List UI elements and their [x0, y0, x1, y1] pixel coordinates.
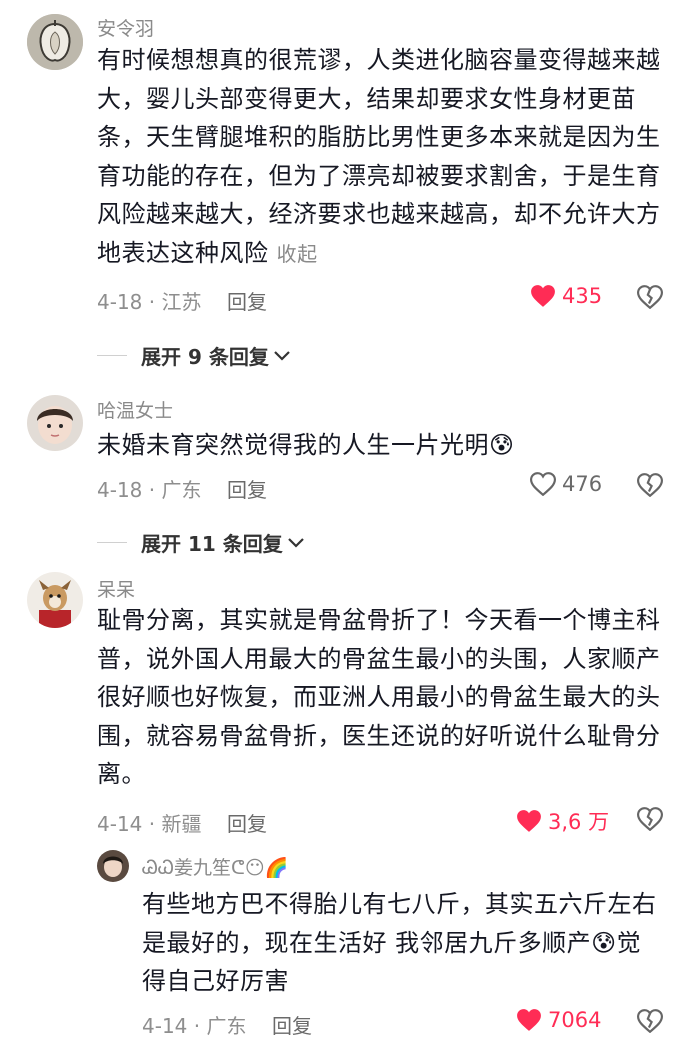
- comment-username[interactable]: 哈温女士: [97, 396, 173, 423]
- chevron-down-icon: [287, 537, 304, 548]
- reply-meta: 4-14 · 广东: [142, 1014, 247, 1038]
- comment-body: 有时候想想真的很荒谬，人类进化脑容量变得越来越大，婴儿头部变得更大，结果却要求女…: [97, 46, 661, 267]
- apple-slice-avatar-image: [27, 14, 83, 70]
- divider: [97, 542, 127, 543]
- comment-username[interactable]: 呆呆: [97, 575, 135, 602]
- comment-text: 有时候想想真的很荒谬，人类进化脑容量变得越来越大，婴儿头部变得更大，结果却要求女…: [97, 41, 665, 273]
- comment-meta: 4-14 · 新疆: [97, 812, 202, 836]
- avatar[interactable]: [27, 572, 83, 628]
- broken-heart-icon: [636, 285, 664, 310]
- broken-heart-icon: [636, 1009, 664, 1034]
- reply-body: 有些地方巴不得胎儿有七八斤，其实五六斤左右是最好的，现在生活好 我邻居九斤多顺产: [142, 890, 657, 957]
- comment-text: 未婚未育突然觉得我的人生一片光明😰: [97, 426, 665, 465]
- heart-filled-icon: [517, 1009, 541, 1031]
- avatar[interactable]: [27, 395, 83, 451]
- expand-replies-label: 展开 11 条回复: [141, 532, 283, 556]
- like-count: 476: [562, 472, 603, 496]
- like-button[interactable]: 476: [530, 472, 602, 496]
- comment-body: 未婚未育突然觉得我的人生一片光明: [97, 431, 489, 459]
- like-button[interactable]: 7064: [516, 1008, 601, 1032]
- like-button[interactable]: 3,6 万: [516, 806, 609, 836]
- heart-filled-icon: [531, 285, 555, 307]
- dislike-button[interactable]: [636, 1009, 664, 1037]
- reply-button[interactable]: 回复: [227, 286, 267, 315]
- avatar[interactable]: [97, 850, 129, 882]
- reply-button[interactable]: 回复: [227, 808, 267, 837]
- collapse-link[interactable]: 收起: [277, 242, 318, 266]
- like-count: 3,6 万: [548, 810, 610, 834]
- comment-body: 耻骨分离，其实就是骨盆骨折了！今天看一个博主科普，说外国人用最大的骨盆生最小的头…: [97, 606, 661, 788]
- comment-username[interactable]: 安令羽: [97, 14, 154, 41]
- reply-text: 有些地方巴不得胎儿有七八斤，其实五六斤左右是最好的，现在生活好 我邻居九斤多顺产…: [142, 885, 665, 1001]
- reply-button[interactable]: 回复: [272, 1010, 312, 1039]
- fearful-emoji: 😰: [591, 928, 617, 957]
- broken-heart-icon: [636, 807, 664, 832]
- comment-meta: 4-18 · 广东: [97, 478, 202, 502]
- heart-filled-icon: [517, 810, 541, 832]
- comment-text: 耻骨分离，其实就是骨盆骨折了！今天看一个博主科普，说外国人用最大的骨盆生最小的头…: [97, 601, 665, 794]
- expand-replies-label: 展开 9 条回复: [141, 345, 269, 369]
- expand-replies[interactable]: 展开 9 条回复: [97, 341, 291, 370]
- chevron-down-icon: [274, 350, 290, 361]
- like-button[interactable]: 435: [530, 284, 602, 308]
- broken-heart-icon: [636, 473, 664, 498]
- heart-outline-icon: [530, 472, 556, 496]
- person-photo-avatar-image: [97, 850, 129, 882]
- avatar[interactable]: [27, 14, 83, 70]
- like-count: 7064: [548, 1008, 602, 1032]
- divider: [97, 355, 127, 356]
- rainbow-emoji: 🌈: [264, 857, 289, 879]
- dislike-button[interactable]: [636, 473, 664, 501]
- comment-meta: 4-18 · 江苏: [97, 290, 202, 314]
- reply-username[interactable]: ᏊᏇ姜九笙ᕦ😶🌈: [142, 853, 288, 880]
- dislike-button[interactable]: [636, 807, 664, 835]
- child-photo-avatar-image: [27, 395, 83, 451]
- like-count: 435: [562, 284, 603, 308]
- fearful-emoji: 😰: [489, 431, 515, 459]
- reply-username-text: ᏊᏇ姜九笙ᕦ😶: [142, 857, 265, 879]
- dog-photo-avatar-image: [27, 572, 83, 628]
- reply-button[interactable]: 回复: [227, 474, 267, 503]
- dislike-button[interactable]: [636, 285, 664, 313]
- expand-replies[interactable]: 展开 11 条回复: [97, 528, 305, 557]
